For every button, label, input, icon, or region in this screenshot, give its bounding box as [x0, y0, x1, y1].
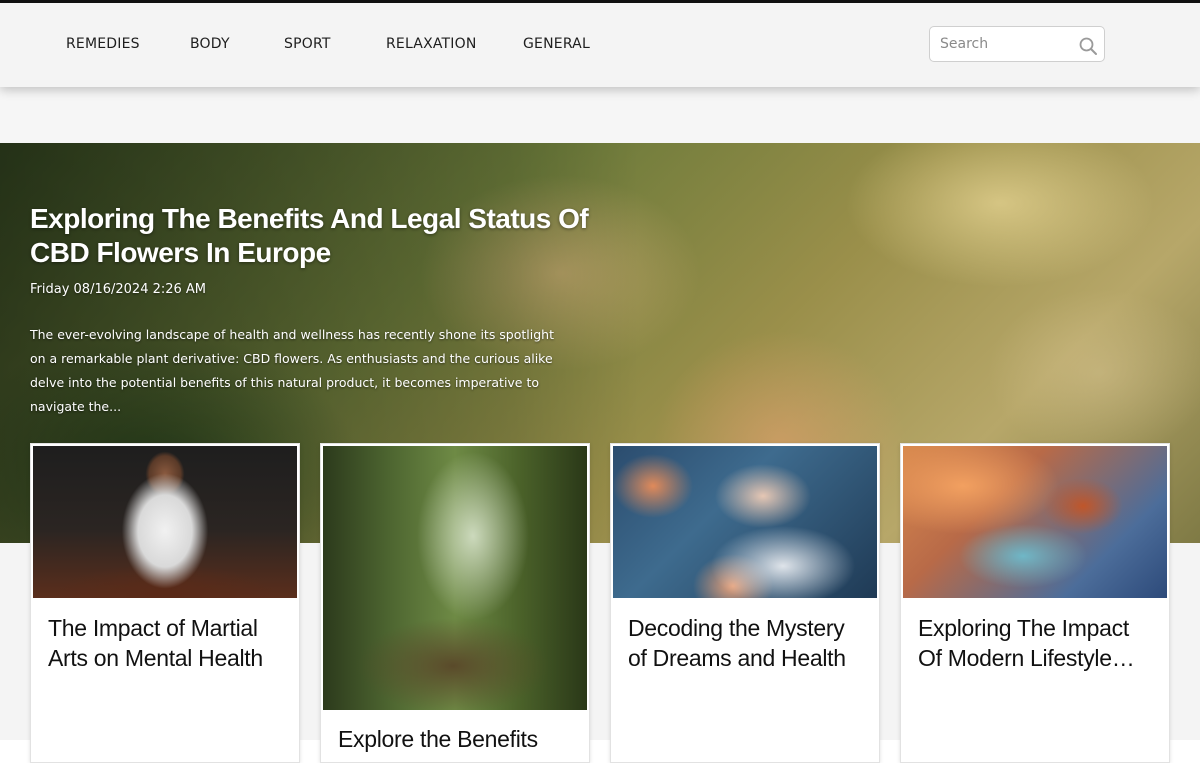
article-card[interactable]: Explore the Benefits [320, 443, 590, 763]
hero-excerpt: The ever-evolving landscape of health an… [30, 327, 554, 414]
nav-item-sport[interactable]: SPORT [284, 36, 331, 52]
search-icon[interactable] [1078, 36, 1098, 56]
search-input[interactable] [940, 33, 1070, 55]
forest-image[interactable] [323, 446, 587, 710]
martial-arts-image[interactable] [33, 446, 297, 598]
dreaming-woman-image[interactable] [613, 446, 877, 598]
card-title[interactable]: Explore the Benefits [338, 724, 578, 754]
article-card[interactable]: Exploring The Impact Of Modern Lifestyle… [900, 443, 1170, 763]
nav-item-general[interactable]: GENERAL [523, 36, 590, 52]
nav-item-body[interactable]: BODY [190, 36, 230, 52]
sleeping-man-image[interactable] [903, 446, 1167, 598]
spacer-band [0, 87, 1200, 143]
hero-date: Friday 08/16/2024 2:26 AM [30, 282, 207, 297]
nav-item-relaxation[interactable]: RELAXATION [386, 36, 477, 52]
card-title[interactable]: The Impact of Martial Arts on Mental Hea… [48, 613, 288, 673]
article-card[interactable]: The Impact of Martial Arts on Mental Hea… [30, 443, 300, 763]
article-card[interactable]: Decoding the Mystery of Dreams and Healt… [610, 443, 880, 763]
nav-item-remedies[interactable]: REMEDIES [66, 36, 140, 52]
navbar: REMEDIES BODY SPORT RELAXATION GENERAL [0, 3, 1200, 87]
card-title[interactable]: Exploring The Impact Of Modern Lifestyle… [918, 613, 1158, 673]
search-box [929, 26, 1105, 62]
card-title[interactable]: Decoding the Mystery of Dreams and Healt… [628, 613, 868, 673]
hero-title[interactable]: Exploring The Benefits And Legal Status … [30, 202, 590, 270]
